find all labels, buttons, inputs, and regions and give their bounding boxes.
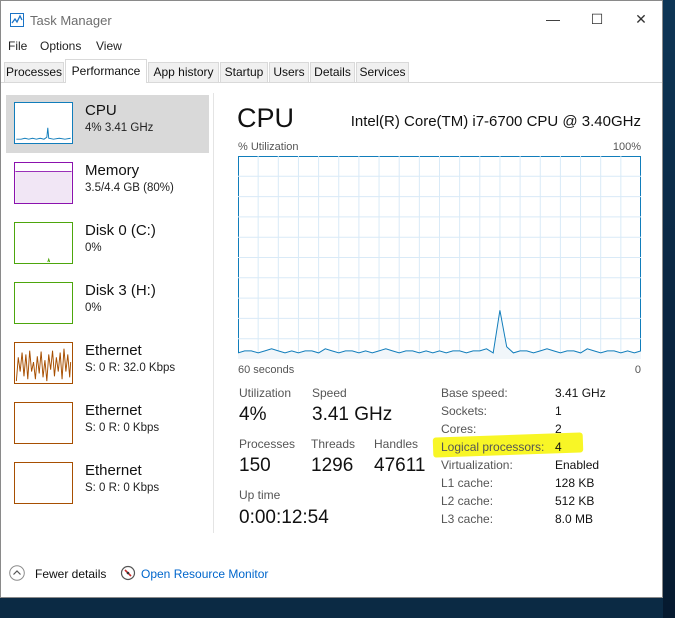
resource-monitor-link-label: Open Resource Monitor <box>141 567 269 581</box>
cores-value: 2 <box>555 422 562 436</box>
cpu-model-name: Intel(R) Core(TM) i7-6700 CPU @ 3.40GHz <box>350 113 641 130</box>
sockets-value: 1 <box>555 404 562 418</box>
sidebar-item-cpu[interactable]: CPU 4% 3.41 GHz <box>6 95 209 153</box>
tab-services[interactable]: Services <box>356 62 409 82</box>
sidebar-item-label: CPU <box>85 102 117 119</box>
speed-value: 3.41 GHz <box>312 404 393 425</box>
l2-cache-label: L2 cache: <box>441 494 494 508</box>
utilization-value: 4% <box>239 404 267 425</box>
footer-bar: Fewer details Open Resource Monitor <box>1 557 662 587</box>
l1-cache-value: 128 KB <box>555 476 595 490</box>
network-graph-icon <box>14 462 73 504</box>
sidebar-item-label: Ethernet <box>85 462 142 479</box>
sidebar-item-label: Ethernet <box>85 402 142 419</box>
network-graph-icon <box>14 402 73 444</box>
tab-startup[interactable]: Startup <box>220 62 268 82</box>
cpu-detail-panel: CPU Intel(R) Core(TM) i7-6700 CPU @ 3.40… <box>221 83 661 543</box>
title-bar[interactable]: Task Manager — ☐ ✕ <box>1 1 662 37</box>
tab-processes[interactable]: Processes <box>4 62 64 82</box>
close-button[interactable]: ✕ <box>619 5 663 33</box>
sidebar-item-ethernet-3[interactable]: Ethernet S: 0 R: 0 Kbps <box>6 455 209 513</box>
base-speed-label: Base speed: <box>441 386 508 400</box>
sidebar-divider <box>213 93 214 533</box>
memory-graph-icon <box>14 162 73 204</box>
sidebar-item-label: Disk 3 (H:) <box>85 282 156 299</box>
uptime-value: 0:00:12:54 <box>239 507 329 528</box>
task-manager-window: Task Manager — ☐ ✕ File Options View Pro… <box>0 0 663 598</box>
threads-value: 1296 <box>311 455 354 476</box>
tab-users[interactable]: Users <box>269 62 309 82</box>
maximize-button[interactable]: ☐ <box>575 5 619 33</box>
base-speed-value: 3.41 GHz <box>555 386 606 400</box>
cpu-graph-icon <box>14 102 73 144</box>
processes-value: 150 <box>239 455 271 476</box>
network-graph-icon <box>14 342 73 384</box>
l1-cache-label: L1 cache: <box>441 476 494 490</box>
sidebar-item-value: 3.5/4.4 GB (80%) <box>85 182 174 194</box>
graph-y-label: % Utilization <box>238 141 299 153</box>
sidebar-item-value: 0% <box>85 302 102 314</box>
l2-cache-value: 512 KB <box>555 494 595 508</box>
threads-label: Threads <box>311 437 356 451</box>
tab-bar: Processes Performance App history Startu… <box>1 59 662 83</box>
handles-value: 47611 <box>374 455 426 476</box>
cores-label: Cores: <box>441 422 477 436</box>
graph-grid <box>238 156 641 359</box>
graph-y-max-label: 100% <box>612 141 641 153</box>
disk-graph-icon <box>14 282 73 324</box>
sidebar-item-value: S: 0 R: 0 Kbps <box>85 482 160 494</box>
tab-app-history[interactable]: App history <box>148 62 219 82</box>
menu-options[interactable]: Options <box>40 39 81 53</box>
sidebar-item-value: S: 0 R: 0 Kbps <box>85 422 160 434</box>
utilization-label: Utilization <box>239 386 292 400</box>
sidebar-item-label: Ethernet <box>85 342 142 359</box>
sidebar-item-memory[interactable]: Memory 3.5/4.4 GB (80%) <box>6 155 209 213</box>
graph-x-left-label: 60 seconds <box>238 364 295 376</box>
page-title: CPU <box>237 103 295 133</box>
logical-processors-label: Logical processors: <box>441 440 545 454</box>
resource-sidebar: CPU 4% 3.41 GHz Memory 3.5/4.4 GB (80%) … <box>1 83 215 539</box>
tab-performance[interactable]: Performance <box>65 59 147 83</box>
menu-bar: File Options View <box>1 38 662 56</box>
desktop-background <box>663 0 675 618</box>
logical-processors-value: 4 <box>555 440 562 454</box>
sidebar-item-label: Disk 0 (C:) <box>85 222 156 239</box>
menu-view[interactable]: View <box>96 39 122 53</box>
graph-x-right-label: 0 <box>634 364 641 376</box>
disk-graph-icon <box>14 222 73 264</box>
window-title: Task Manager <box>30 13 112 28</box>
virtualization-value: Enabled <box>555 458 600 472</box>
handles-label: Handles <box>374 437 419 451</box>
cpu-utilization-graph <box>238 156 641 359</box>
sidebar-item-ethernet-2[interactable]: Ethernet S: 0 R: 0 Kbps <box>6 395 209 453</box>
tab-details[interactable]: Details <box>310 62 355 82</box>
sidebar-item-ethernet-1[interactable]: Ethernet S: 0 R: 32.0 Kbps <box>6 335 209 393</box>
sidebar-item-disk-0[interactable]: Disk 0 (C:) 0% <box>6 215 209 273</box>
uptime-label: Up time <box>239 488 281 502</box>
virtualization-label: Virtualization: <box>441 458 513 472</box>
sidebar-item-label: Memory <box>85 162 140 179</box>
task-manager-icon <box>10 13 24 27</box>
sidebar-item-value: 4% 3.41 GHz <box>85 122 154 134</box>
processes-label: Processes <box>239 437 296 451</box>
minimize-button[interactable]: — <box>531 5 575 33</box>
fewer-details-label: Fewer details <box>35 567 107 581</box>
sockets-label: Sockets: <box>441 404 488 418</box>
menu-file[interactable]: File <box>8 39 27 53</box>
resource-monitor-icon <box>120 565 136 581</box>
chevron-up-icon <box>9 565 25 581</box>
l3-cache-value: 8.0 MB <box>555 512 594 526</box>
l3-cache-label: L3 cache: <box>441 512 494 526</box>
sidebar-item-disk-3[interactable]: Disk 3 (H:) 0% <box>6 275 209 333</box>
sidebar-item-value: 0% <box>85 242 102 254</box>
speed-label: Speed <box>312 386 347 400</box>
sidebar-item-value: S: 0 R: 32.0 Kbps <box>85 362 176 374</box>
